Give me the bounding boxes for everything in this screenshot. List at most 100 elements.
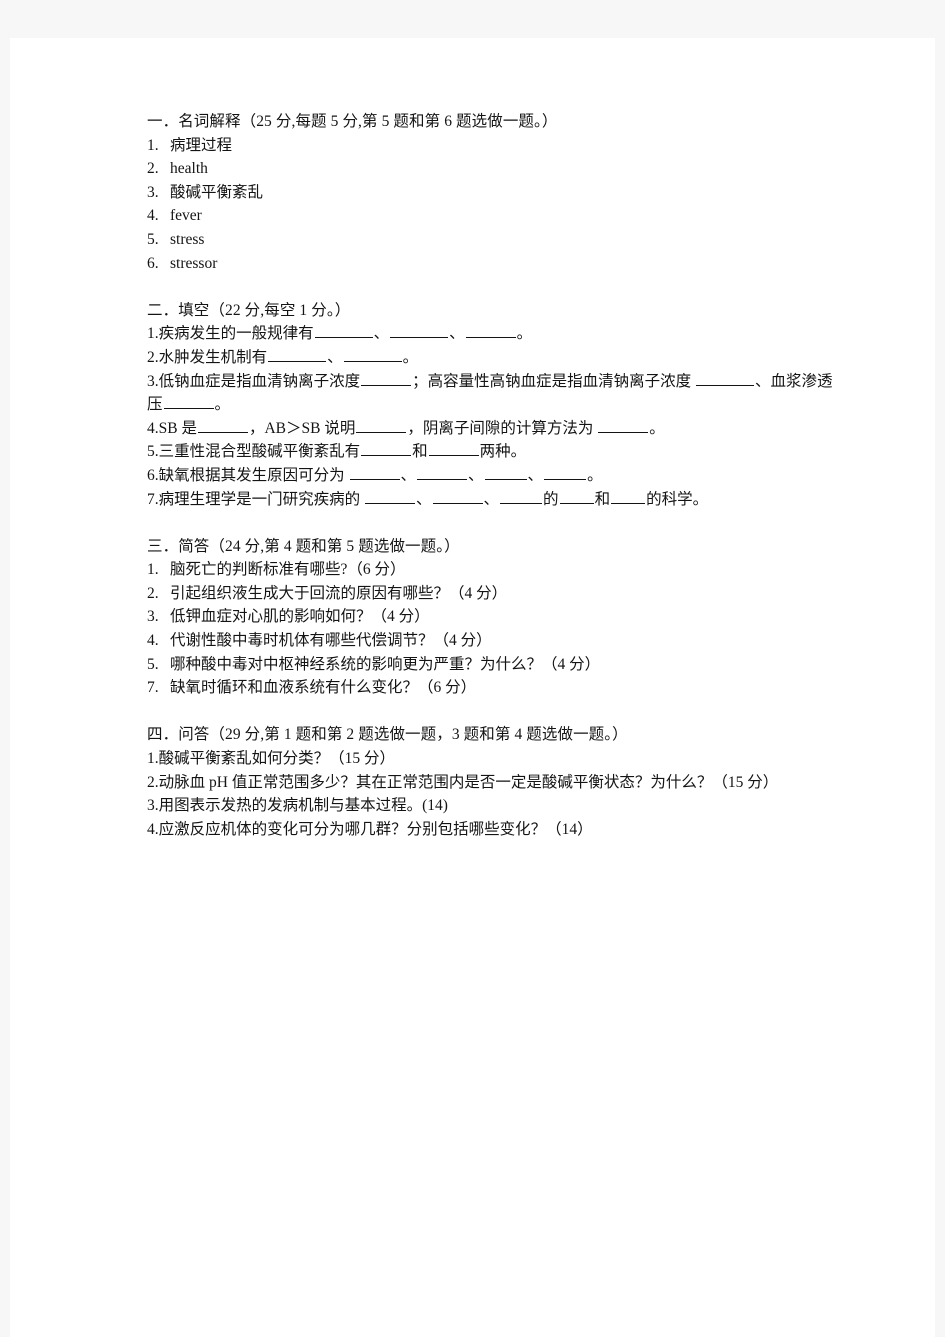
- item-text-fragment: ；高容量性高钠血症是指血清钠离子浓度: [412, 372, 696, 390]
- fill-in-blank[interactable]: [432, 488, 483, 504]
- item-text-fragment: 病理生理学是一门研究疾病的: [158, 490, 365, 508]
- item-number: 6.: [147, 466, 159, 484]
- item-text-fragment: 的: [543, 490, 559, 508]
- section-1-item: 3. 酸碱平衡紊乱: [147, 181, 837, 205]
- item-number: 4.: [147, 632, 159, 650]
- fill-in-blank[interactable]: [361, 370, 412, 386]
- section-4: 四．问答（29 分,第 1 题和第 2 题选做一题，3 题和第 4 题选做一题。…: [147, 723, 837, 841]
- item-number: 2.: [147, 773, 159, 791]
- item-text-fragment: 、: [468, 466, 484, 484]
- document-page: 一．名词解释（25 分,每题 5 分,第 5 题和第 6 题选做一题。） 1. 病理…: [10, 38, 935, 1337]
- item-number: 2.: [147, 348, 159, 366]
- section-3-heading: 三．简答（24 分,第 4 题和第 5 题选做一题。）: [147, 537, 460, 555]
- item-text: 用图表示发热的发病机制与基本过程。(14): [158, 797, 448, 815]
- item-text-fragment: 疾病发生的一般规律有: [158, 325, 314, 343]
- item-text: 引起组织液生成大于回流的原因有哪些？（4 分）: [170, 584, 508, 602]
- item-text-fragment: 和: [412, 443, 428, 461]
- section-2-item: 6.缺氧根据其发生原因可分为 、 、 、 。: [147, 464, 837, 488]
- section-3-item: 5. 哪种酸中毒对中枢神经系统的影响更为严重？为什么？（4 分）: [147, 653, 837, 677]
- item-text: fever: [170, 207, 202, 225]
- item-text-fragment: 。: [649, 419, 665, 437]
- section-2-item: 2.水肿发生机制有 、 。: [147, 346, 837, 370]
- item-number: 5.: [147, 230, 159, 248]
- item-number: 1.: [147, 561, 159, 579]
- item-text-fragment: 、: [449, 325, 465, 343]
- item-text-fragment: 、: [327, 348, 343, 366]
- item-number: 2.: [147, 584, 159, 602]
- section-1-item: 1. 病理过程: [147, 134, 837, 158]
- fill-in-blank[interactable]: [361, 441, 412, 457]
- item-number: 3.: [147, 797, 159, 815]
- fill-in-blank[interactable]: [197, 417, 248, 433]
- section-2-heading: 二．填空（22 分,每空 1 分。）: [147, 301, 351, 319]
- item-text-fragment: 、: [527, 466, 544, 484]
- section-1: 一．名词解释（25 分,每题 5 分,第 5 题和第 6 题选做一题。） 1. 病理…: [147, 110, 837, 275]
- fill-in-blank[interactable]: [559, 488, 594, 504]
- item-text-fragment: 和: [594, 490, 611, 508]
- section-3-item: 2. 引起组织液生成大于回流的原因有哪些？（4 分）: [147, 582, 837, 606]
- item-text: stressor: [170, 254, 218, 272]
- section-3-item: 4. 代谢性酸中毒时机体有哪些代偿调节？（4 分）: [147, 629, 837, 653]
- fill-in-blank[interactable]: [598, 417, 649, 433]
- item-text-fragment: 。: [587, 466, 603, 484]
- item-number: 1.: [147, 136, 159, 154]
- section-4-item: 4.应激反应机体的变化可分为哪几群？分别包括哪些变化？（14）: [147, 818, 837, 842]
- item-text-fragment: 两种。: [479, 443, 527, 461]
- item-number: 7.: [147, 490, 159, 508]
- section-1-heading: 一．名词解释（25 分,每题 5 分,第 5 题和第 6 题选做一题。）: [147, 113, 558, 130]
- item-text-fragment: 、: [416, 490, 432, 508]
- section-1-item: 4. fever: [147, 204, 837, 228]
- item-text-fragment: 、: [373, 325, 390, 343]
- item-number: 5.: [147, 443, 159, 461]
- item-text-fragment: 三重性混合型酸碱平衡紊乱有: [158, 443, 361, 461]
- item-text-fragment: 缺氧根据其发生原因可分为: [158, 466, 349, 484]
- item-number: 7.: [147, 679, 159, 697]
- fill-in-blank[interactable]: [163, 394, 214, 410]
- section-2: 二．填空（22 分,每空 1 分。） 1.疾病发生的一般规律有、、。 2.水肿发生机…: [147, 299, 837, 511]
- fill-in-blank[interactable]: [343, 347, 402, 362]
- fill-in-blank[interactable]: [268, 347, 327, 362]
- section-2-item: 3.低钠血症是指血清钠离子浓度 ；高容量性高钠血症是指血清钠离子浓度 、血浆渗透压…: [147, 370, 837, 417]
- section-3-item: 3. 低钾血症对心肌的影响如何？（4 分）: [147, 605, 837, 629]
- item-number: 4.: [147, 207, 159, 225]
- item-number: 1.: [147, 325, 159, 343]
- fill-in-blank[interactable]: [349, 465, 400, 480]
- item-number: 5.: [147, 655, 159, 673]
- item-number: 3.: [147, 372, 159, 390]
- item-text: 动脉血 pH 值正常范围多少？其在正常范围内是否一定是酸碱平衡状态？为什么？（1…: [158, 773, 779, 791]
- fill-in-blank[interactable]: [417, 465, 468, 480]
- fill-in-blank[interactable]: [611, 488, 646, 504]
- fill-in-blank[interactable]: [365, 488, 416, 504]
- fill-in-blank[interactable]: [356, 417, 407, 433]
- item-text: health: [170, 160, 208, 178]
- fill-in-blank[interactable]: [544, 465, 587, 480]
- section-3-item: 1. 脑死亡的判断标准有哪些?（6 分）: [147, 558, 837, 582]
- section-4-item: 3.用图表示发热的发病机制与基本过程。(14): [147, 794, 837, 818]
- item-text: 酸碱平衡紊乱: [170, 183, 264, 201]
- section-1-item: 6. stressor: [147, 252, 837, 276]
- fill-in-blank[interactable]: [484, 465, 527, 480]
- section-2-item: 1.疾病发生的一般规律有 、 、 。: [147, 322, 837, 346]
- fill-in-blank[interactable]: [390, 323, 449, 339]
- fill-in-blank[interactable]: [465, 323, 516, 339]
- fill-in-blank[interactable]: [428, 441, 479, 457]
- section-1-item: 5. stress: [147, 228, 837, 252]
- item-text: 酸碱平衡紊乱如何分类？（15 分）: [158, 750, 396, 768]
- item-number: 1.: [147, 750, 159, 768]
- section-2-item: 5.三重性混合型酸碱平衡紊乱有 和 两种。: [147, 440, 837, 464]
- section-3-item: 7. 缺氧时循环和血液系统有什么变化？（6 分）: [147, 676, 837, 700]
- fill-in-blank[interactable]: [314, 323, 373, 339]
- item-text-fragment: 。: [402, 348, 419, 366]
- item-text-fragment: ，阴离子间隙的计算方法为: [407, 419, 598, 437]
- fill-in-blank[interactable]: [696, 370, 755, 386]
- item-text: 病理过程: [170, 136, 233, 154]
- fill-in-blank[interactable]: [500, 488, 543, 504]
- item-text-fragment: 的科学。: [646, 490, 709, 508]
- section-1-item: 2. health: [147, 157, 837, 181]
- item-text: 缺氧时循环和血液系统有什么变化？（6 分）: [170, 679, 477, 697]
- item-text-fragment: 。: [516, 325, 533, 343]
- section-3: 三．简答（24 分,第 4 题和第 5 题选做一题。） 1. 脑死亡的判断标准有哪些…: [147, 535, 837, 700]
- item-number: 4.: [147, 820, 159, 838]
